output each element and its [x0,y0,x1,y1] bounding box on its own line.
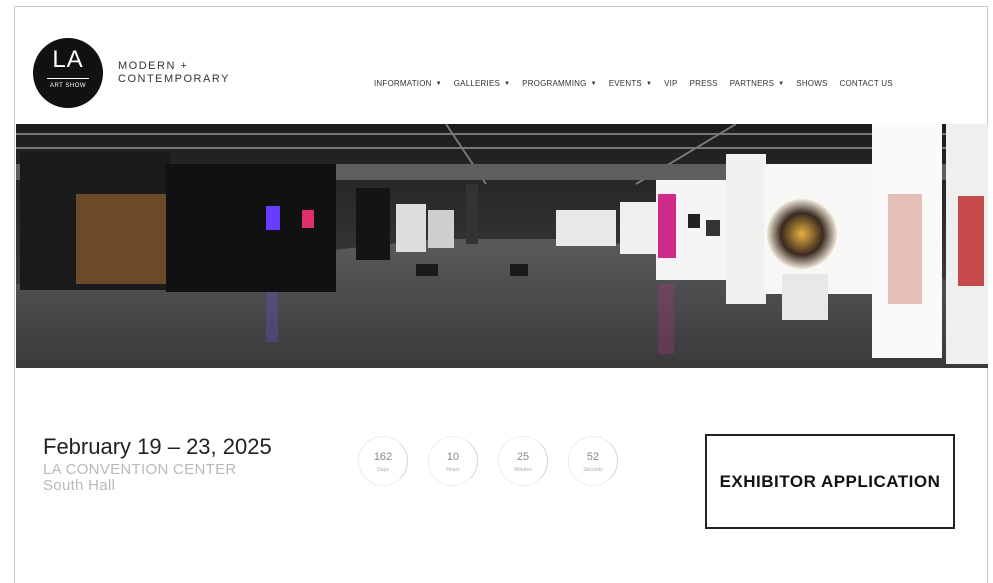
countdown-value: 10 [446,451,460,463]
countdown-value: 52 [586,451,600,463]
event-venue: LA CONVENTION CENTER South Hall [43,462,237,494]
nav-item-contact-us[interactable]: CONTACT US [840,79,893,88]
countdown-hours: 10 Hours [428,436,478,486]
caret-down-icon: ▼ [645,80,653,87]
venue-hall: South Hall [43,477,116,494]
nav-item-shows[interactable]: SHOWS [796,79,827,88]
nav-item-events[interactable]: EVENTS ▼ [609,79,652,88]
nav-item-programming[interactable]: PROGRAMMING ▼ [522,79,597,88]
logo-main-text: LA [52,46,84,73]
caret-down-icon: ▼ [778,80,785,87]
logo-divider [47,78,89,79]
tagline-line2: CONTEMPORARY [118,73,230,85]
caret-down-icon: ▼ [504,80,511,87]
countdown-timer: 162 Days 10 Hours 25 Minutes 52 Seconds [358,436,618,486]
logo-sub-text: ART SHOW [49,83,87,89]
main-nav: INFORMATION ▼ GALLERIES ▼ PROGRAMMING ▼ EVE… [374,79,893,88]
caret-down-icon: ▼ [435,80,442,87]
countdown-seconds: 52 Seconds [568,436,618,486]
venue-name: LA CONVENTION CENTER [43,461,237,478]
countdown-label: Days [377,467,389,473]
la-art-show-logo[interactable]: LA ART SHOW [33,38,103,108]
exhibitor-application-button[interactable]: EXHIBITOR APPLICATION [705,434,955,529]
nav-item-information[interactable]: INFORMATION ▼ [374,79,442,88]
countdown-value: 25 [516,451,530,463]
nav-item-vip[interactable]: VIP [664,79,678,88]
countdown-label: Minutes [514,467,532,473]
nav-item-press[interactable]: PRESS [690,79,718,88]
caret-down-icon: ▼ [590,80,597,87]
countdown-value: 162 [373,451,393,463]
countdown-days: 162 Days [358,436,408,486]
countdown-label: Seconds [583,467,603,473]
nav-item-galleries[interactable]: GALLERIES ▼ [454,79,510,88]
nav-item-partners[interactable]: PARTNERS ▼ [730,79,785,88]
countdown-label: Hours [446,467,460,473]
hero-gallery-image [16,124,988,368]
event-date: February 19 – 23, 2025 [43,434,272,459]
exhibition-hall-illustration [16,124,988,368]
tagline-line1: MODERN + [118,60,189,72]
countdown-minutes: 25 Minutes [498,436,548,486]
tagline: MODERN + CONTEMPORARY [118,60,230,86]
